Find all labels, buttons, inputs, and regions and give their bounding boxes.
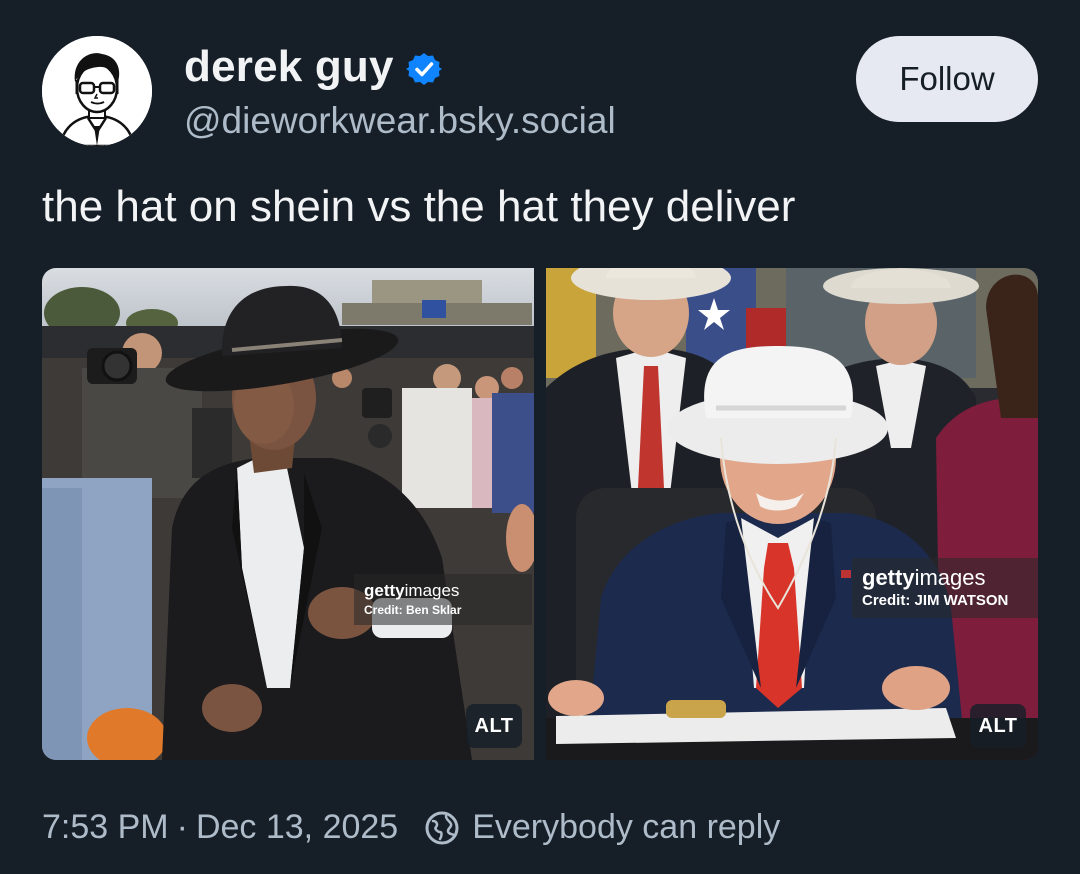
post-header: derek guy @dieworkwear.bsky.social Follo…	[42, 36, 1038, 146]
post-time[interactable]: 7:53 PM	[42, 808, 169, 847]
author-display-name[interactable]: derek guy	[184, 42, 394, 92]
post-image-1[interactable]: gettyimages Credit: Ben Sklar ALT	[42, 268, 534, 760]
media-grid: gettyimages Credit: Ben Sklar ALT gettyi…	[42, 268, 1038, 760]
getty-watermark: gettyimages Credit: JIM WATSON	[852, 558, 1038, 618]
separator: ·	[176, 808, 188, 846]
follow-button[interactable]: Follow	[856, 36, 1038, 122]
globe-icon	[424, 810, 460, 846]
reply-setting[interactable]: Everybody can reply	[472, 808, 780, 847]
alt-text-badge[interactable]: ALT	[970, 704, 1026, 748]
photo-white-cowboy-hat-signing	[546, 268, 1038, 760]
verified-check-icon[interactable]	[405, 51, 442, 87]
author-handle[interactable]: @dieworkwear.bsky.social	[184, 100, 616, 142]
watermark-credit: Credit: Ben Sklar	[364, 602, 462, 617]
watermark-brand: gettyimages	[862, 565, 986, 590]
photo-cowboy-hat-crowd	[42, 268, 534, 760]
post-date[interactable]: Dec 13, 2025	[196, 808, 398, 847]
post-text: the hat on shein vs the hat they deliver	[42, 182, 796, 231]
author-avatar[interactable]	[42, 36, 152, 146]
post-image-2[interactable]: gettyimages Credit: JIM WATSON ALT	[546, 268, 1038, 760]
watermark-credit: Credit: JIM WATSON	[862, 592, 1009, 610]
display-name-row: derek guy	[184, 42, 442, 92]
alt-text-badge[interactable]: ALT	[466, 704, 522, 748]
post-footer: 7:53 PM · Dec 13, 2025 Everybody can rep…	[42, 808, 780, 847]
getty-watermark: gettyimages Credit: Ben Sklar	[354, 574, 532, 625]
illustrated-avatar	[42, 36, 152, 146]
watermark-brand: gettyimages	[364, 581, 460, 600]
